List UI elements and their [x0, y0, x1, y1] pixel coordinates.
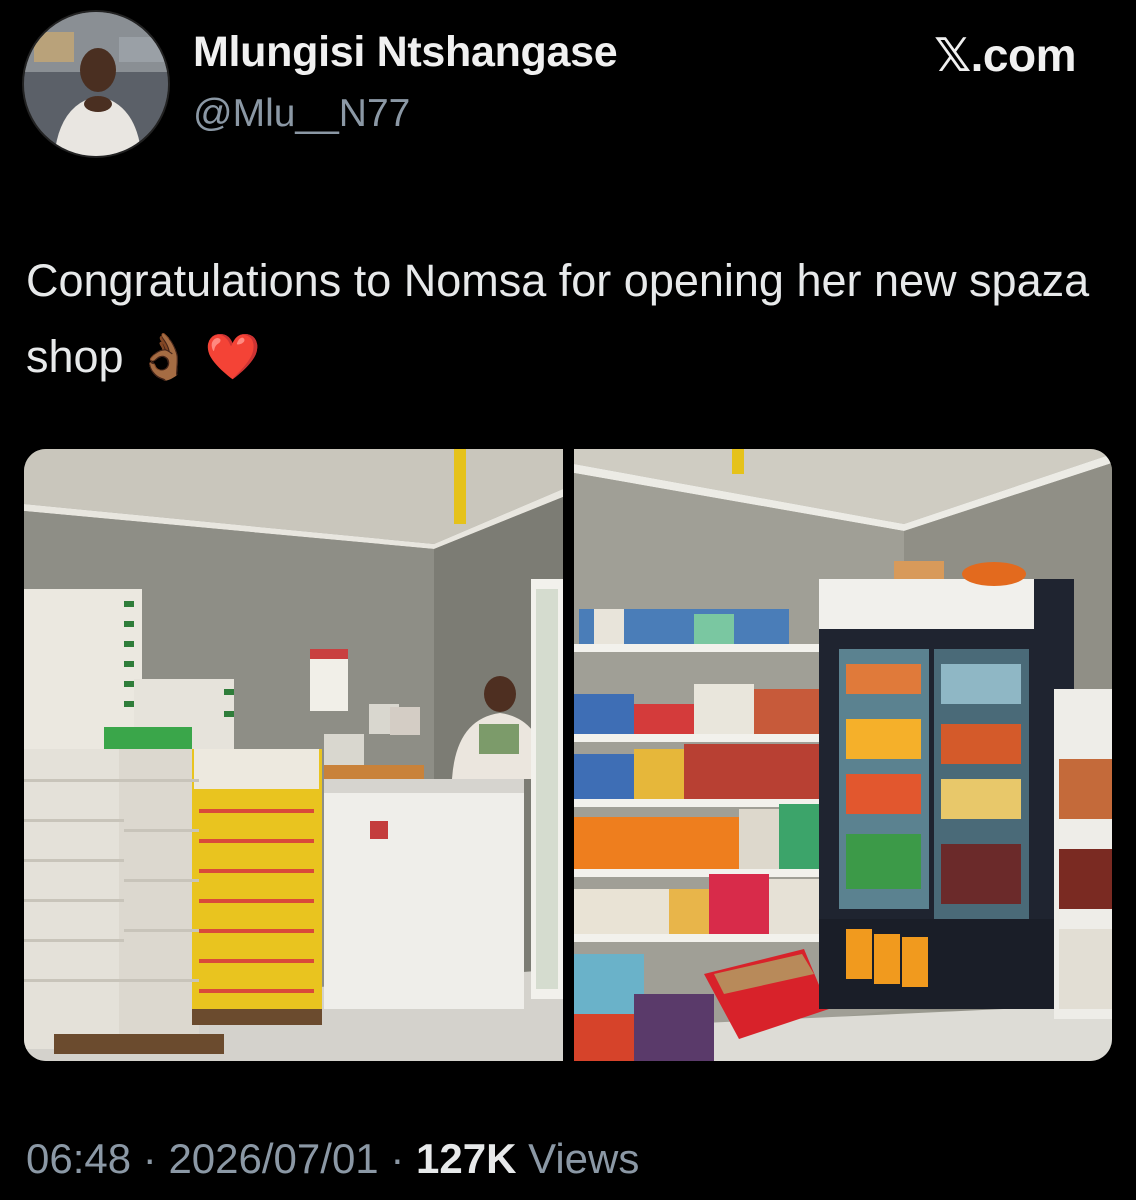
x-logo: 𝕏.com	[934, 29, 1076, 81]
tweet-date[interactable]: 2026/07/01	[168, 1135, 378, 1182]
author-display-name[interactable]: Mlungisi Ntshangase	[193, 28, 618, 77]
shop-shelves-photo-icon	[574, 449, 1112, 1061]
author-avatar[interactable]	[22, 10, 170, 158]
views-count: 127K	[416, 1135, 517, 1182]
ok-hand-emoji-icon: 👌🏾	[136, 330, 193, 383]
avatar-photo	[24, 12, 168, 156]
heart-emoji-icon: ❤️	[204, 330, 261, 383]
tweet-text: Congratulations to Nomsa for opening her…	[26, 243, 1096, 395]
tweet-photo-1[interactable]	[24, 449, 563, 1061]
tweet-meta: 06:48 · 2026/07/01 · 127K Views	[26, 1135, 639, 1183]
meta-separator: ·	[390, 1135, 405, 1182]
tweet-time[interactable]: 06:48	[26, 1135, 131, 1182]
shop-counter-photo-icon	[24, 449, 563, 1061]
views-label: Views	[528, 1135, 640, 1182]
tweet-photo-2[interactable]	[574, 449, 1112, 1061]
meta-separator: ·	[142, 1135, 157, 1182]
author-handle[interactable]: @Mlu__N77	[193, 92, 410, 136]
